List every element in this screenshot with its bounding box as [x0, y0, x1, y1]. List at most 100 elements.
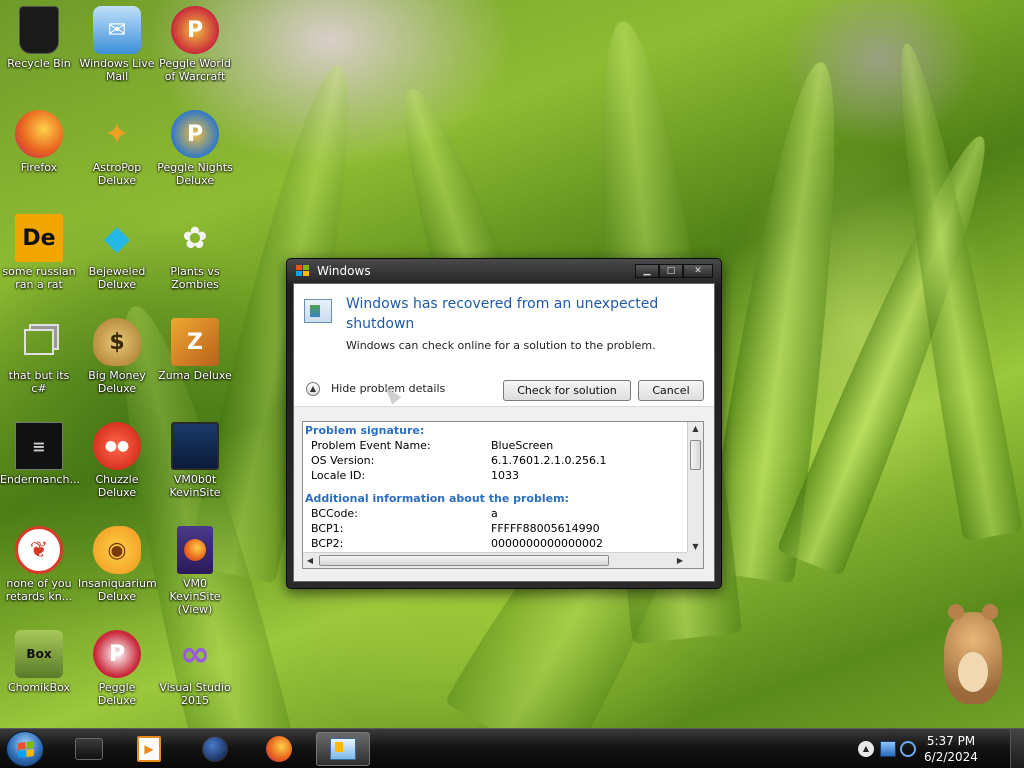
taskbar-media-player[interactable]: [62, 732, 116, 766]
scroll-left-arrow-icon[interactable]: ◀: [303, 553, 317, 568]
desktop-icon-visual-studio[interactable]: ∞ Visual Studio 2015: [156, 630, 234, 707]
problem-report-icon: [304, 299, 332, 323]
monitor-icon: [171, 422, 219, 470]
chevron-up-icon: ▲: [309, 384, 317, 393]
dialog-headline: Windows has recovered from an unexpected…: [346, 296, 659, 332]
problem-details-area: Problem signature: Problem Event Name: B…: [294, 406, 714, 581]
chuzzle-icon: ●●: [93, 422, 141, 470]
terminal-icon: ≡: [15, 422, 63, 470]
desktop-icon-grid: Recycle Bin ✉ Windows Live Mail P Peggle…: [0, 0, 240, 728]
desktop-icon-bejeweled[interactable]: ◆ Bejeweled Deluxe: [78, 214, 156, 292]
dialog-subtext: Windows can check online for a solution …: [346, 339, 656, 352]
taskbar-media-center[interactable]: ▶: [122, 732, 176, 766]
details-vertical-scrollbar[interactable]: ▲ ▼: [687, 422, 703, 554]
peggle-icon: P: [93, 630, 141, 678]
desktop-icon-big-money[interactable]: $ Big Money Deluxe: [78, 318, 156, 395]
desktop-icon-russian-rat[interactable]: De some russian ran a rat: [0, 214, 78, 291]
desktop-icon-chuzzle[interactable]: ●● Chuzzle Deluxe: [78, 422, 156, 499]
firefox-icon: [15, 110, 63, 158]
taskbar-problem-reports[interactable]: [316, 732, 370, 766]
vertical-scroll-thumb[interactable]: [690, 440, 701, 470]
diamond-icon: ◆: [103, 217, 131, 258]
desktop-icon-vm0-kevinsite-view[interactable]: VM0 KevinSite (View): [156, 526, 234, 616]
dialog-content: Windows has recovered from an unexpected…: [293, 283, 715, 582]
taskbar: ▶ ▲ 5:37 PM 6/2/2024: [0, 728, 1024, 768]
desktop-icon-peggle-nights[interactable]: P Peggle Nights Deluxe: [156, 110, 234, 187]
windows-flag-icon: [295, 263, 311, 279]
desktop-icon-endermanch[interactable]: ≡ Endermanch...: [0, 422, 80, 486]
firefox-icon: [266, 736, 292, 762]
desktop-icon-peggle-wow[interactable]: P Peggle World of Warcraft: [156, 6, 234, 83]
windows-stack-icon: [15, 318, 63, 366]
flower-icon: ✿: [182, 220, 208, 256]
clock-time: 5:37 PM: [926, 734, 976, 748]
start-button[interactable]: [6, 731, 44, 767]
hide-details-toggle[interactable]: ▲: [306, 382, 320, 396]
taskbar-globe[interactable]: [188, 732, 242, 766]
desktop-icon-plants-vs-zombies[interactable]: ✿ Plants vs Zombies: [156, 214, 234, 291]
desktop-icon-firefox[interactable]: Firefox: [0, 110, 78, 174]
maximize-button[interactable]: □: [659, 264, 683, 278]
globe-icon: [202, 736, 228, 762]
media-player-icon: [75, 738, 103, 760]
minimize-icon: ▁: [643, 266, 651, 276]
problem-signature-heading: Problem signature:: [305, 424, 425, 437]
minimize-button[interactable]: ▁: [635, 264, 659, 278]
problem-reports-icon: [330, 738, 356, 760]
window-controls: ▁ □ ✕: [635, 264, 713, 278]
horizontal-scroll-thumb[interactable]: [319, 555, 609, 566]
show-desktop-button[interactable]: [1010, 729, 1024, 768]
desktop-icon-peggle-deluxe[interactable]: P Peggle Deluxe: [78, 630, 156, 707]
maximize-icon: □: [666, 266, 676, 276]
recycle-bin-icon: [19, 6, 59, 54]
media-center-icon: ▶: [137, 736, 161, 762]
desktop-icon-astropop[interactable]: ✦ AstroPop Deluxe: [78, 110, 156, 187]
desktop-icon-insaniquarium[interactable]: ◉ Insaniquarium Deluxe: [78, 526, 157, 603]
check-for-solution-button[interactable]: Check for solution: [503, 380, 631, 401]
money-bag-icon: $: [93, 318, 141, 366]
fish-icon: ◉: [93, 526, 141, 574]
taskbar-firefox[interactable]: [252, 732, 306, 766]
cancel-button[interactable]: Cancel: [638, 380, 704, 401]
dialog-titlebar[interactable]: Windows ▁ □ ✕: [287, 259, 721, 283]
additional-info-heading: Additional information about the problem…: [305, 492, 569, 505]
problem-details-box: Problem signature: Problem Event Name: B…: [302, 421, 704, 569]
problem-details-text: Problem signature: Problem Event Name: B…: [303, 422, 687, 554]
close-button[interactable]: ✕: [683, 264, 713, 278]
recovery-dialog: Windows ▁ □ ✕ Windows has recovered from…: [286, 258, 722, 589]
details-horizontal-scrollbar[interactable]: ◀ ▶: [303, 552, 687, 568]
desktop-icon-recycle-bin[interactable]: Recycle Bin: [0, 6, 78, 70]
desktop-icon-vm0b0t[interactable]: VM0b0t KevinSite: [156, 422, 234, 499]
detail-row: BCCode: a: [311, 507, 498, 520]
zuma-icon: Z: [171, 318, 219, 366]
mail-icon: ✉: [93, 6, 141, 54]
show-hidden-icons-button[interactable]: ▲: [858, 741, 874, 757]
desktop-icon-none-of-you[interactable]: ❦ none of you retards kn...: [0, 526, 78, 603]
desktop-icon-chomikbox[interactable]: Box ChomikBox: [0, 630, 78, 694]
detail-row: Locale ID: 1033: [311, 469, 519, 482]
dragon-icon: ❦: [15, 526, 63, 574]
desktop-icon-zuma[interactable]: Z Zuma Deluxe: [156, 318, 234, 382]
hamster-mascot-icon: [930, 600, 1010, 710]
detail-row: OS Version: 6.1.7601.2.1.0.256.1: [311, 454, 607, 467]
desktop-icon-windows-live-mail[interactable]: ✉ Windows Live Mail: [78, 6, 156, 83]
visual-studio-icon: ∞: [180, 633, 210, 675]
scrollbar-corner: [687, 552, 703, 568]
desktop-icon-that-but-csharp[interactable]: that but its c#: [0, 318, 78, 395]
firefox-file-icon: [177, 526, 213, 574]
scroll-right-arrow-icon[interactable]: ▶: [673, 553, 687, 568]
network-icon[interactable]: [880, 741, 896, 757]
detail-row: Problem Event Name: BlueScreen: [311, 439, 554, 452]
scroll-up-arrow-icon[interactable]: ▲: [688, 422, 703, 436]
taskbar-clock[interactable]: 5:37 PM 6/2/2024: [914, 733, 988, 765]
chomikbox-icon: Box: [15, 630, 63, 678]
dialog-title: Windows: [317, 264, 371, 278]
detail-row: BCP1: FFFFF88005614990: [311, 522, 600, 535]
peggle-icon: P: [171, 6, 219, 54]
peggle-icon: P: [171, 110, 219, 158]
detail-row: BCP2: 0000000000000002: [311, 537, 603, 550]
chevron-up-icon: ▲: [862, 744, 870, 753]
de-logo-icon: De: [15, 214, 63, 262]
clock-date: 6/2/2024: [924, 750, 978, 764]
close-icon: ✕: [694, 266, 702, 276]
